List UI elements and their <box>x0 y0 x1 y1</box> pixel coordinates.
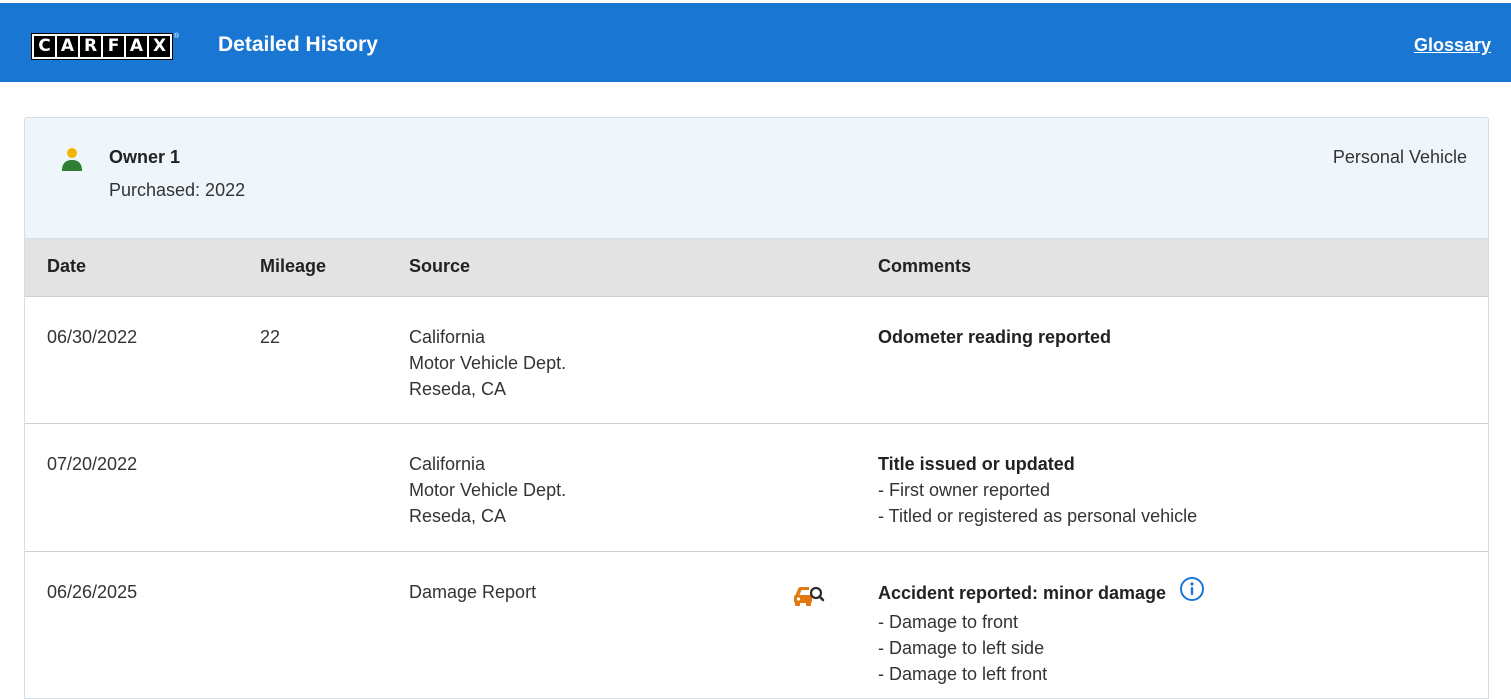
row-comments: Odometer reading reported <box>878 324 1111 350</box>
table-header: Date Mileage Source Comments <box>25 239 1488 297</box>
comment-line: - Damage to left front <box>878 664 1048 684</box>
header-source: Source <box>409 256 471 276</box>
person-icon <box>61 147 83 176</box>
table-row: 07/20/2022 California Motor Vehicle Dept… <box>25 424 1488 552</box>
comment-line: - Titled or registered as personal vehic… <box>878 506 1198 526</box>
row-source: California Motor Vehicle Dept. Reseda, C… <box>409 324 566 402</box>
history-card: Owner 1 Purchased: 2022 Personal Vehicle… <box>24 117 1489 699</box>
carfax-logo[interactable]: C A R F A X ® <box>31 33 179 60</box>
source-line: California <box>409 327 486 347</box>
comment-title: Accident reported: minor damage <box>878 576 1205 609</box>
owner-purchased: Purchased: 2022 <box>109 180 246 200</box>
logo-letter: R <box>80 36 101 57</box>
source-line: Motor Vehicle Dept. <box>409 480 567 500</box>
row-date: 07/20/2022 <box>47 454 138 474</box>
header-bar: C A R F A X ® Detailed History Glossary <box>0 3 1511 82</box>
table-row: 06/30/2022 22 California Motor Vehicle D… <box>25 297 1488 424</box>
row-comments: Accident reported: minor damage - Damage… <box>878 576 1205 687</box>
page-title: Detailed History <box>218 33 378 56</box>
logo-letter: C <box>34 36 55 57</box>
logo-letter: F <box>103 36 124 57</box>
source-line: Reseda, CA <box>409 506 507 526</box>
vehicle-type: Personal Vehicle <box>1332 147 1467 167</box>
comment-title: Odometer reading reported <box>878 327 1112 347</box>
logo-trademark: ® <box>174 33 180 40</box>
logo-letter: A <box>57 36 78 57</box>
comment-line: - Damage to left side <box>878 638 1045 658</box>
logo-letter: A <box>126 36 147 57</box>
row-source: California Motor Vehicle Dept. Reseda, C… <box>409 451 566 529</box>
info-icon[interactable] <box>1179 576 1205 609</box>
logo-box: C A R F A X <box>31 33 173 60</box>
row-date: 06/26/2025 <box>47 582 138 602</box>
logo-letter: X <box>149 36 170 57</box>
header-date: Date <box>47 256 87 276</box>
table-row: 06/26/2025 Damage Report Accident report… <box>25 552 1488 692</box>
row-mileage: 22 <box>260 327 281 347</box>
row-source: Damage Report <box>409 579 536 605</box>
comment-title-text: Accident reported: minor damage <box>878 582 1167 603</box>
source-line: Reseda, CA <box>409 379 507 399</box>
damage-report-car-icon <box>793 584 825 613</box>
comment-line: - Damage to front <box>878 612 1019 632</box>
header-comments: Comments <box>878 256 972 276</box>
source-line: California <box>409 454 486 474</box>
source-line: Motor Vehicle Dept. <box>409 353 567 373</box>
row-comments: Title issued or updated - First owner re… <box>878 451 1197 529</box>
header-mileage: Mileage <box>260 256 327 276</box>
source-line: Damage Report <box>409 582 537 602</box>
owner-title: Owner 1 <box>109 147 181 167</box>
comment-title: Title issued or updated <box>878 454 1075 474</box>
glossary-link[interactable]: Glossary <box>1414 35 1491 56</box>
row-date: 06/30/2022 <box>47 327 138 347</box>
owner-section: Owner 1 Purchased: 2022 Personal Vehicle <box>25 118 1488 239</box>
comment-line: - First owner reported <box>878 480 1051 500</box>
